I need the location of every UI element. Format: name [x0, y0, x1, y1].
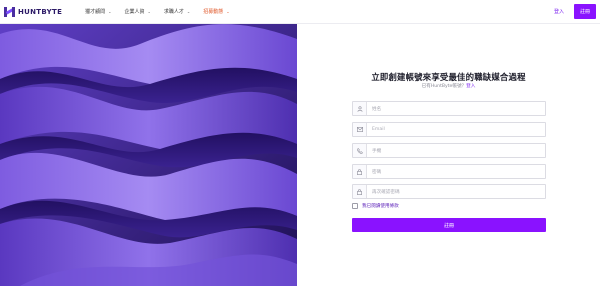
submit-signup-button[interactable]: 註冊	[352, 218, 546, 232]
form-subtitle: 已有HuntByte帳號？登入	[297, 83, 600, 89]
signup-panel: 立即創建帳號來享受最佳的職缺媒合過程 已有HuntByte帳號？登入 姓名 Em…	[297, 24, 600, 286]
top-header: HUNTBYTE 獵才顧問 ⌄ 企業人資 ⌄ 求職人才 ⌄ 招募動態 ⌄ 登入 註冊	[0, 0, 600, 24]
chevron-down-icon: ⌄	[186, 9, 191, 14]
email-field[interactable]: Email	[352, 122, 546, 137]
phone-placeholder: 手機	[372, 148, 382, 154]
abstract-wave-art	[0, 24, 297, 286]
brand-logo[interactable]: HUNTBYTE	[4, 0, 62, 24]
header-signup-button[interactable]: 註冊	[574, 4, 596, 19]
main-nav: 獵才顧問 ⌄ 企業人資 ⌄ 求職人才 ⌄ 招募動態 ⌄	[85, 0, 243, 24]
nav-item-job-seeker[interactable]: 求職人才 ⌄	[164, 8, 190, 15]
phone-icon	[353, 144, 367, 157]
name-field[interactable]: 姓名	[352, 101, 546, 116]
lock-icon	[353, 165, 367, 178]
subtitle-text: 已有HuntByte帳號？	[421, 84, 467, 89]
name-placeholder: 姓名	[372, 106, 382, 112]
nav-label: 招募動態	[203, 9, 224, 15]
confirm-password-field[interactable]: 再次確認密碼	[352, 184, 546, 199]
nav-item-recruit-news[interactable]: 招募動態 ⌄	[203, 8, 229, 15]
chevron-down-icon: ⌄	[108, 9, 112, 14]
password-field[interactable]: 密碼	[352, 164, 546, 179]
chevron-down-icon: ⌄	[226, 9, 230, 14]
password-placeholder: 密碼	[372, 169, 382, 175]
terms-checkbox[interactable]	[352, 203, 358, 209]
confirm-password-placeholder: 再次確認密碼	[372, 189, 400, 195]
brand-name: HUNTBYTE	[18, 7, 63, 16]
terms-agreement: 我已閱讀使用條款	[352, 203, 399, 209]
form-title: 立即創建帳號來享受最佳的職缺媒合過程	[371, 72, 526, 82]
terms-label[interactable]: 我已閱讀使用條款	[362, 203, 399, 209]
logo-icon	[4, 6, 16, 18]
hero-image	[0, 24, 297, 286]
email-placeholder: Email	[372, 127, 385, 132]
mail-icon	[353, 123, 367, 136]
nav-label: 企業人資	[124, 9, 145, 15]
nav-item-enterprise-hr[interactable]: 企業人資 ⌄	[125, 8, 151, 15]
phone-field[interactable]: 手機	[352, 143, 546, 158]
header-login-link[interactable]: 登入	[554, 8, 564, 15]
lock-icon	[353, 185, 367, 198]
chevron-down-icon: ⌄	[147, 9, 151, 14]
nav-item-headhunter[interactable]: 獵才顧問 ⌄	[85, 8, 111, 15]
user-icon	[353, 102, 367, 115]
nav-label: 求職人才	[163, 9, 184, 15]
nav-label: 獵才顧問	[85, 9, 106, 15]
subtitle-login-link[interactable]: 登入	[466, 84, 475, 89]
